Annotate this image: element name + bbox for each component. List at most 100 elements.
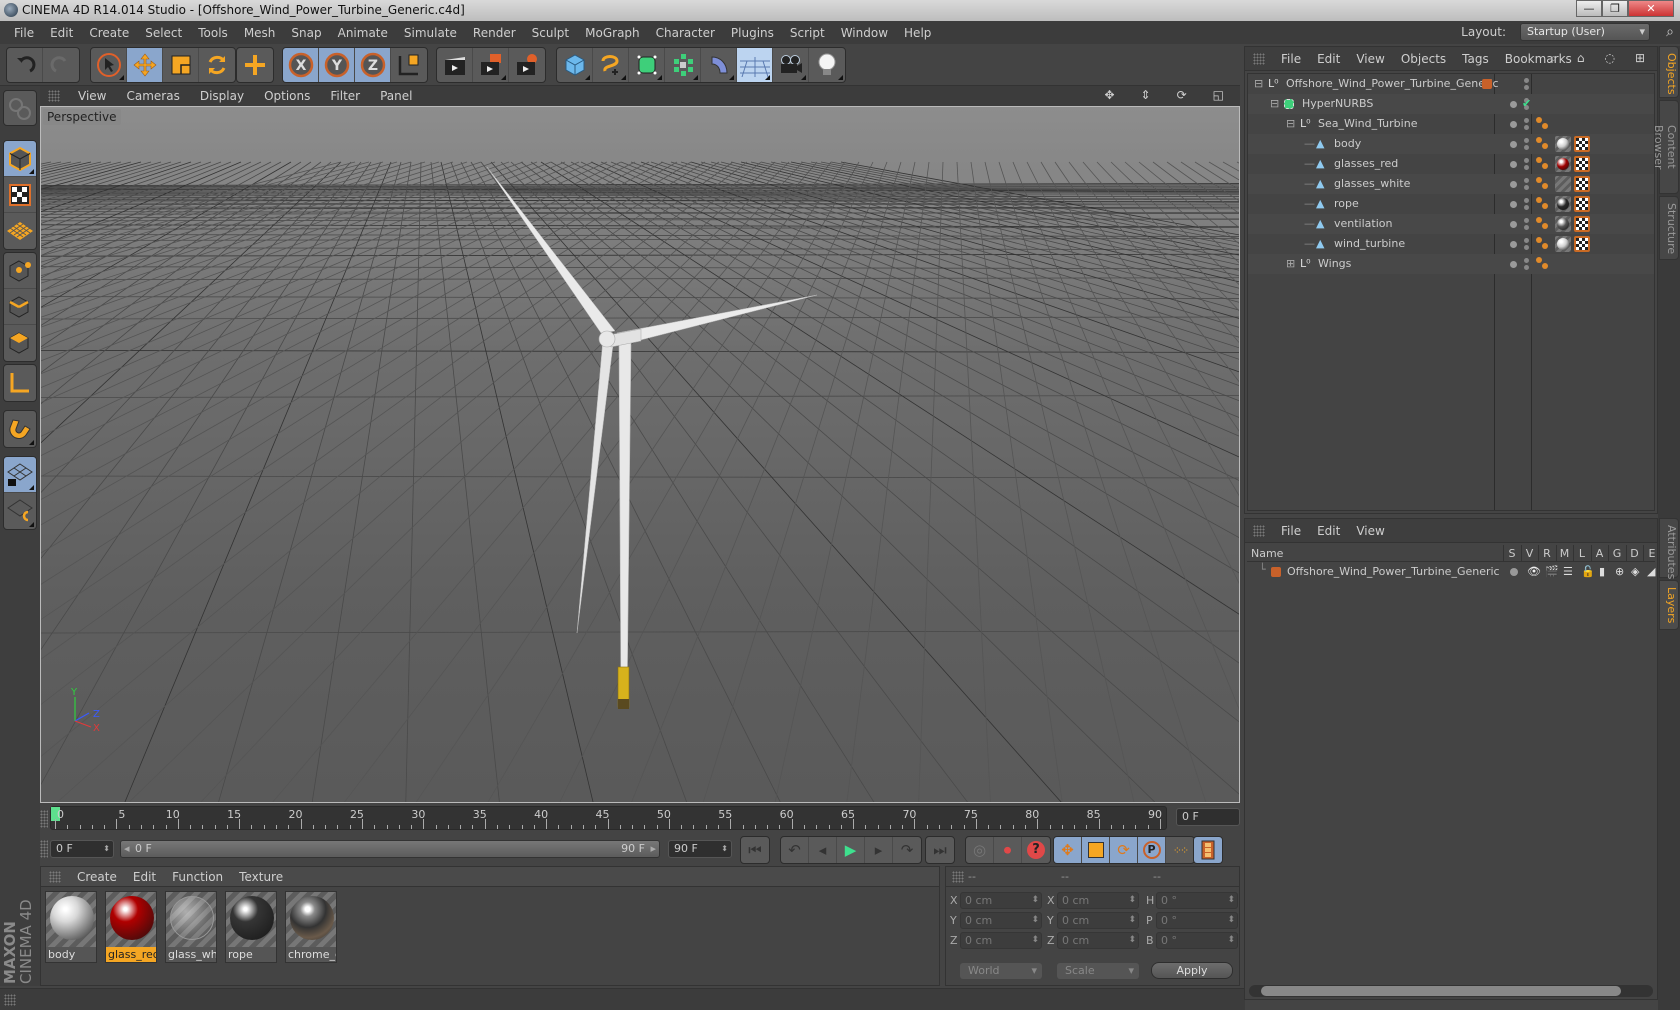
layer-manager-icon[interactable]: ☰ xyxy=(1563,563,1573,581)
object-panel-grip[interactable] xyxy=(1253,52,1265,65)
menu-mograph[interactable]: MoGraph xyxy=(577,26,648,40)
points-mode-icon[interactable] xyxy=(4,253,36,289)
column-header-d[interactable]: D xyxy=(1625,545,1643,562)
menu-tools[interactable]: Tools xyxy=(190,26,236,40)
column-header-r[interactable]: R xyxy=(1538,545,1555,562)
viewport-orbit-icon[interactable]: ⟳ xyxy=(1167,88,1197,102)
menu-help[interactable]: Help xyxy=(896,26,939,40)
layer-visible-eye-icon[interactable]: 👁 xyxy=(1527,563,1541,581)
start-frame-field[interactable]: 0 F ⬍ xyxy=(50,840,114,858)
column-header-g[interactable]: G xyxy=(1608,545,1625,562)
objects-menu-tags[interactable]: Tags xyxy=(1454,52,1497,66)
range-left-arrow-icon[interactable]: ◂ xyxy=(124,841,130,857)
position-z-field[interactable]: 0 cm xyxy=(960,932,1042,949)
layer-solo-toggle[interactable] xyxy=(1510,568,1518,576)
object-row[interactable]: ⊟ L⁰ Offshore_Wind_Power_Turbine_Generic xyxy=(1248,74,1654,94)
layers-menu-file[interactable]: File xyxy=(1273,524,1309,538)
position-x-field[interactable]: 0 cm xyxy=(960,892,1042,909)
phong-tag-icon[interactable] xyxy=(1536,117,1550,131)
move-icon[interactable] xyxy=(127,48,163,82)
expand-toggle[interactable]: ⊞ xyxy=(1286,254,1295,274)
object-row[interactable]: ⊞ L⁰ Wings xyxy=(1248,254,1654,274)
scale-icon[interactable] xyxy=(163,48,199,82)
key-rotation-icon[interactable]: ⟳ xyxy=(1110,837,1138,863)
material-tag-icon[interactable] xyxy=(1555,216,1571,232)
timeline-window-icon[interactable] xyxy=(1194,837,1222,863)
minimize-button[interactable]: — xyxy=(1576,0,1602,17)
material-tag-icon[interactable] xyxy=(1555,156,1571,172)
timeline-grip[interactable] xyxy=(40,810,48,828)
material-menu-function[interactable]: Function xyxy=(164,870,231,884)
search-icon[interactable]: ⌕ xyxy=(1666,24,1674,40)
workplane-rotate-icon[interactable] xyxy=(4,493,36,529)
menu-sculpt[interactable]: Sculpt xyxy=(524,26,577,40)
perspective-viewport[interactable]: Y Z X Perspective xyxy=(40,106,1240,803)
size-z-field[interactable]: 0 cm xyxy=(1057,932,1139,949)
step-forward-icon[interactable]: ▸ xyxy=(865,837,893,863)
render-picture-viewer-icon[interactable] xyxy=(473,48,509,82)
material-menu-texture[interactable]: Texture xyxy=(231,870,291,884)
subdivision-surface-icon[interactable] xyxy=(629,48,665,82)
array-mograph-icon[interactable] xyxy=(665,48,701,82)
texture-mode-icon[interactable] xyxy=(4,177,36,213)
make-editable-icon[interactable] xyxy=(4,91,36,125)
light-icon[interactable] xyxy=(809,48,845,82)
texture-tag-icon[interactable] xyxy=(1574,156,1590,172)
material-panel-grip[interactable] xyxy=(49,870,61,883)
status-grip[interactable] xyxy=(4,994,16,1006)
object-name[interactable]: glasses_white xyxy=(1334,174,1410,194)
object-name[interactable]: Sea_Wind_Turbine xyxy=(1318,114,1417,134)
material-menu-create[interactable]: Create xyxy=(69,870,125,884)
render-settings-icon[interactable] xyxy=(509,48,545,82)
viewport-menu-cameras[interactable]: Cameras xyxy=(116,89,189,103)
rotate-icon[interactable] xyxy=(199,48,235,82)
home-icon[interactable]: ⌂ xyxy=(1569,51,1593,66)
object-name[interactable]: ventilation xyxy=(1334,214,1393,234)
collapse-toggle[interactable]: ⊟ xyxy=(1286,114,1295,134)
tab-objects[interactable]: Objects xyxy=(1659,46,1679,98)
viewport-menu-panel[interactable]: Panel xyxy=(370,89,422,103)
menu-edit[interactable]: Edit xyxy=(42,26,81,40)
object-row[interactable]: — ▲ body xyxy=(1248,134,1654,154)
panel-grip-handle[interactable] xyxy=(48,90,60,102)
cube-primitive-icon[interactable] xyxy=(557,48,593,82)
column-header-m[interactable]: M xyxy=(1555,545,1573,562)
column-header-v[interactable]: V xyxy=(1520,545,1538,562)
material-swatch[interactable]: rope xyxy=(225,891,277,963)
step-back-icon[interactable]: ◂ xyxy=(809,837,837,863)
undo-icon[interactable] xyxy=(7,48,43,82)
phong-tag-icon[interactable] xyxy=(1536,197,1550,211)
size-mode-select[interactable]: Scale xyxy=(1057,963,1139,979)
model-mode-icon[interactable] xyxy=(4,141,36,177)
object-row[interactable]: — ▲ rope xyxy=(1248,194,1654,214)
menu-plugins[interactable]: Plugins xyxy=(723,26,782,40)
restore-button[interactable]: ❐ xyxy=(1602,0,1628,17)
previous-key-icon[interactable]: ↶ xyxy=(781,837,809,863)
viewport-dolly-icon[interactable]: ⇕ xyxy=(1131,88,1161,102)
material-tag-icon[interactable] xyxy=(1555,176,1571,192)
viewport-camera-label[interactable]: Perspective xyxy=(43,109,121,125)
material-tag-icon[interactable] xyxy=(1555,196,1571,212)
column-header-s[interactable]: S xyxy=(1503,545,1520,562)
collapse-toggle[interactable]: ⊟ xyxy=(1270,94,1279,114)
scrollbar-thumb[interactable] xyxy=(1261,986,1621,996)
search-icon[interactable]: ⌕ xyxy=(1542,51,1565,66)
layer-color-swatch[interactable] xyxy=(1271,567,1281,577)
eye-icon[interactable]: ◌ xyxy=(1596,51,1622,66)
coord-panel-grip[interactable] xyxy=(952,870,964,883)
range-right-arrow-icon[interactable]: ▸ xyxy=(650,841,656,857)
rotation-b-field[interactable]: 0 ° xyxy=(1156,932,1238,949)
objects-menu-file[interactable]: File xyxy=(1273,52,1309,66)
object-name[interactable]: Offshore_Wind_Power_Turbine_Generic xyxy=(1286,74,1499,94)
polygons-mode-icon[interactable] xyxy=(4,325,36,361)
locked-workplane-icon[interactable] xyxy=(4,457,36,493)
column-header-l[interactable]: L xyxy=(1573,545,1590,562)
objects-menu-objects[interactable]: Objects xyxy=(1393,52,1454,66)
column-header-a[interactable]: A xyxy=(1590,545,1608,562)
render-view-icon[interactable] xyxy=(437,48,473,82)
key-position-icon[interactable]: ✥ xyxy=(1054,837,1082,863)
object-name[interactable]: Wings xyxy=(1318,254,1351,274)
rotation-h-field[interactable]: 0 ° xyxy=(1156,892,1238,909)
coordinate-system-icon[interactable] xyxy=(391,48,427,82)
autokey-icon[interactable]: ◎ xyxy=(966,837,994,863)
